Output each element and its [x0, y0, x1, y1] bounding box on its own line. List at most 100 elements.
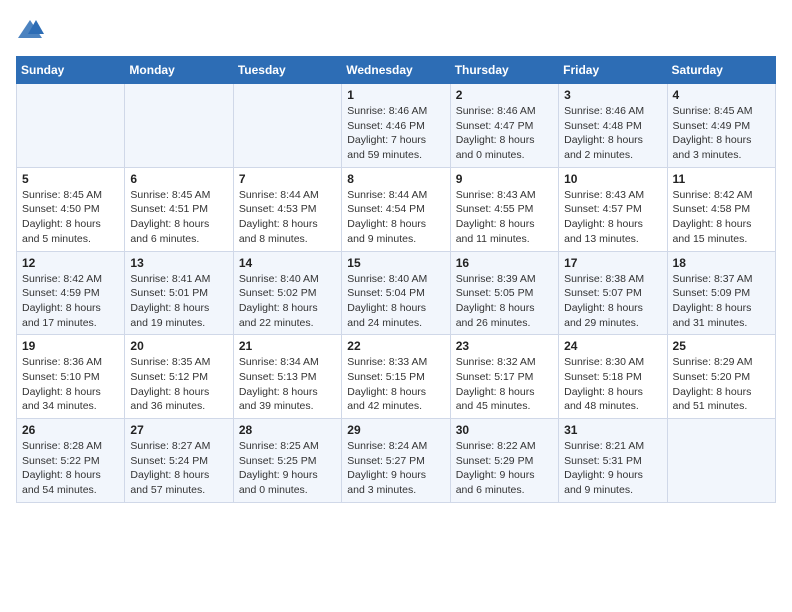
day-info: Sunrise: 8:42 AM Sunset: 4:59 PM Dayligh… [22, 272, 119, 331]
day-number: 26 [22, 423, 119, 437]
day-info: Sunrise: 8:38 AM Sunset: 5:07 PM Dayligh… [564, 272, 661, 331]
calendar-cell: 7 Sunrise: 8:44 AM Sunset: 4:53 PM Daylig… [233, 167, 341, 251]
day-info: Sunrise: 8:37 AM Sunset: 5:09 PM Dayligh… [673, 272, 770, 331]
weekday-header: Thursday [450, 57, 558, 84]
day-info: Sunrise: 8:28 AM Sunset: 5:22 PM Dayligh… [22, 439, 119, 498]
day-info: Sunrise: 8:45 AM Sunset: 4:49 PM Dayligh… [673, 104, 770, 163]
day-info: Sunrise: 8:46 AM Sunset: 4:47 PM Dayligh… [456, 104, 553, 163]
day-info: Sunrise: 8:27 AM Sunset: 5:24 PM Dayligh… [130, 439, 227, 498]
calendar-cell: 12 Sunrise: 8:42 AM Sunset: 4:59 PM Dayli… [17, 251, 125, 335]
calendar-cell: 3Sunrise: 8:46 AM Sunset: 4:48 PM Daylig… [559, 84, 667, 168]
calendar-cell: 4 Sunrise: 8:45 AM Sunset: 4:49 PM Daylig… [667, 84, 775, 168]
day-number: 1 [347, 88, 444, 102]
day-info: Sunrise: 8:33 AM Sunset: 5:15 PM Dayligh… [347, 355, 444, 414]
calendar-week-row: 26 Sunrise: 8:28 AM Sunset: 5:22 PM Dayli… [17, 419, 776, 503]
weekday-header: Monday [125, 57, 233, 84]
calendar-cell [125, 84, 233, 168]
day-info: Sunrise: 8:43 AM Sunset: 4:57 PM Dayligh… [564, 188, 661, 247]
day-number: 31 [564, 423, 661, 437]
day-info: Sunrise: 8:30 AM Sunset: 5:18 PM Dayligh… [564, 355, 661, 414]
calendar-body: 1 Sunrise: 8:46 AM Sunset: 4:46 PM Daylig… [17, 84, 776, 503]
calendar-cell: 21 Sunrise: 8:34 AM Sunset: 5:13 PM Dayli… [233, 335, 341, 419]
day-number: 17 [564, 256, 661, 270]
calendar-cell: 22 Sunrise: 8:33 AM Sunset: 5:15 PM Dayli… [342, 335, 450, 419]
day-number: 11 [673, 172, 770, 186]
calendar-cell: 17 Sunrise: 8:38 AM Sunset: 5:07 PM Dayli… [559, 251, 667, 335]
day-number: 24 [564, 339, 661, 353]
calendar-cell [233, 84, 341, 168]
calendar-cell: 27 Sunrise: 8:27 AM Sunset: 5:24 PM Dayli… [125, 419, 233, 503]
day-number: 14 [239, 256, 336, 270]
day-number: 18 [673, 256, 770, 270]
day-info: Sunrise: 8:46 AM Sunset: 4:46 PM Dayligh… [347, 104, 444, 163]
day-info: Sunrise: 8:22 AM Sunset: 5:29 PM Dayligh… [456, 439, 553, 498]
logo [16, 16, 48, 44]
day-number: 13 [130, 256, 227, 270]
day-number: 6 [130, 172, 227, 186]
day-number: 28 [239, 423, 336, 437]
day-info: Sunrise: 8:39 AM Sunset: 5:05 PM Dayligh… [456, 272, 553, 331]
day-number: 22 [347, 339, 444, 353]
day-info: Sunrise: 8:46 AM Sunset: 4:48 PM Dayligh… [564, 104, 661, 163]
day-info: Sunrise: 8:25 AM Sunset: 5:25 PM Dayligh… [239, 439, 336, 498]
day-info: Sunrise: 8:29 AM Sunset: 5:20 PM Dayligh… [673, 355, 770, 414]
day-number: 4 [673, 88, 770, 102]
day-number: 16 [456, 256, 553, 270]
calendar-cell: 15Sunrise: 8:40 AM Sunset: 5:04 PM Dayli… [342, 251, 450, 335]
calendar-cell: 8 Sunrise: 8:44 AM Sunset: 4:54 PM Daylig… [342, 167, 450, 251]
day-info: Sunrise: 8:42 AM Sunset: 4:58 PM Dayligh… [673, 188, 770, 247]
day-info: Sunrise: 8:36 AM Sunset: 5:10 PM Dayligh… [22, 355, 119, 414]
day-info: Sunrise: 8:40 AM Sunset: 5:04 PM Dayligh… [347, 272, 444, 331]
day-info: Sunrise: 8:34 AM Sunset: 5:13 PM Dayligh… [239, 355, 336, 414]
calendar-cell [667, 419, 775, 503]
day-number: 12 [22, 256, 119, 270]
calendar-header: SundayMondayTuesdayWednesdayThursdayFrid… [17, 57, 776, 84]
day-number: 10 [564, 172, 661, 186]
weekday-header: Sunday [17, 57, 125, 84]
day-info: Sunrise: 8:21 AM Sunset: 5:31 PM Dayligh… [564, 439, 661, 498]
day-number: 25 [673, 339, 770, 353]
day-number: 9 [456, 172, 553, 186]
calendar-cell: 11 Sunrise: 8:42 AM Sunset: 4:58 PM Dayli… [667, 167, 775, 251]
day-info: Sunrise: 8:45 AM Sunset: 4:51 PM Dayligh… [130, 188, 227, 247]
calendar-cell [17, 84, 125, 168]
day-number: 2 [456, 88, 553, 102]
calendar-cell: 31 Sunrise: 8:21 AM Sunset: 5:31 PM Dayli… [559, 419, 667, 503]
day-number: 19 [22, 339, 119, 353]
day-number: 29 [347, 423, 444, 437]
calendar-cell: 28 Sunrise: 8:25 AM Sunset: 5:25 PM Dayli… [233, 419, 341, 503]
day-info: Sunrise: 8:32 AM Sunset: 5:17 PM Dayligh… [456, 355, 553, 414]
day-info: Sunrise: 8:35 AM Sunset: 5:12 PM Dayligh… [130, 355, 227, 414]
day-number: 23 [456, 339, 553, 353]
day-number: 30 [456, 423, 553, 437]
day-number: 7 [239, 172, 336, 186]
calendar-cell: 1 Sunrise: 8:46 AM Sunset: 4:46 PM Daylig… [342, 84, 450, 168]
calendar-week-row: 1 Sunrise: 8:46 AM Sunset: 4:46 PM Daylig… [17, 84, 776, 168]
day-info: Sunrise: 8:44 AM Sunset: 4:54 PM Dayligh… [347, 188, 444, 247]
logo-icon [16, 16, 44, 44]
day-info: Sunrise: 8:41 AM Sunset: 5:01 PM Dayligh… [130, 272, 227, 331]
day-number: 8 [347, 172, 444, 186]
calendar-cell: 13 Sunrise: 8:41 AM Sunset: 5:01 PM Dayli… [125, 251, 233, 335]
day-info: Sunrise: 8:44 AM Sunset: 4:53 PM Dayligh… [239, 188, 336, 247]
calendar-cell: 26 Sunrise: 8:28 AM Sunset: 5:22 PM Dayli… [17, 419, 125, 503]
calendar-cell: 24 Sunrise: 8:30 AM Sunset: 5:18 PM Dayli… [559, 335, 667, 419]
weekday-header: Tuesday [233, 57, 341, 84]
calendar-cell: 6 Sunrise: 8:45 AM Sunset: 4:51 PM Daylig… [125, 167, 233, 251]
calendar-cell: 2 Sunrise: 8:46 AM Sunset: 4:47 PM Daylig… [450, 84, 558, 168]
day-number: 20 [130, 339, 227, 353]
day-number: 21 [239, 339, 336, 353]
day-info: Sunrise: 8:45 AM Sunset: 4:50 PM Dayligh… [22, 188, 119, 247]
calendar-table: SundayMondayTuesdayWednesdayThursdayFrid… [16, 56, 776, 503]
calendar-cell: 9 Sunrise: 8:43 AM Sunset: 4:55 PM Daylig… [450, 167, 558, 251]
page-header [16, 16, 776, 44]
day-number: 27 [130, 423, 227, 437]
day-info: Sunrise: 8:40 AM Sunset: 5:02 PM Dayligh… [239, 272, 336, 331]
day-info: Sunrise: 8:24 AM Sunset: 5:27 PM Dayligh… [347, 439, 444, 498]
day-info: Sunrise: 8:43 AM Sunset: 4:55 PM Dayligh… [456, 188, 553, 247]
weekday-row: SundayMondayTuesdayWednesdayThursdayFrid… [17, 57, 776, 84]
calendar-cell: 18 Sunrise: 8:37 AM Sunset: 5:09 PM Dayli… [667, 251, 775, 335]
calendar-cell: 19 Sunrise: 8:36 AM Sunset: 5:10 PM Dayli… [17, 335, 125, 419]
weekday-header: Wednesday [342, 57, 450, 84]
calendar-week-row: 5Sunrise: 8:45 AM Sunset: 4:50 PM Daylig… [17, 167, 776, 251]
